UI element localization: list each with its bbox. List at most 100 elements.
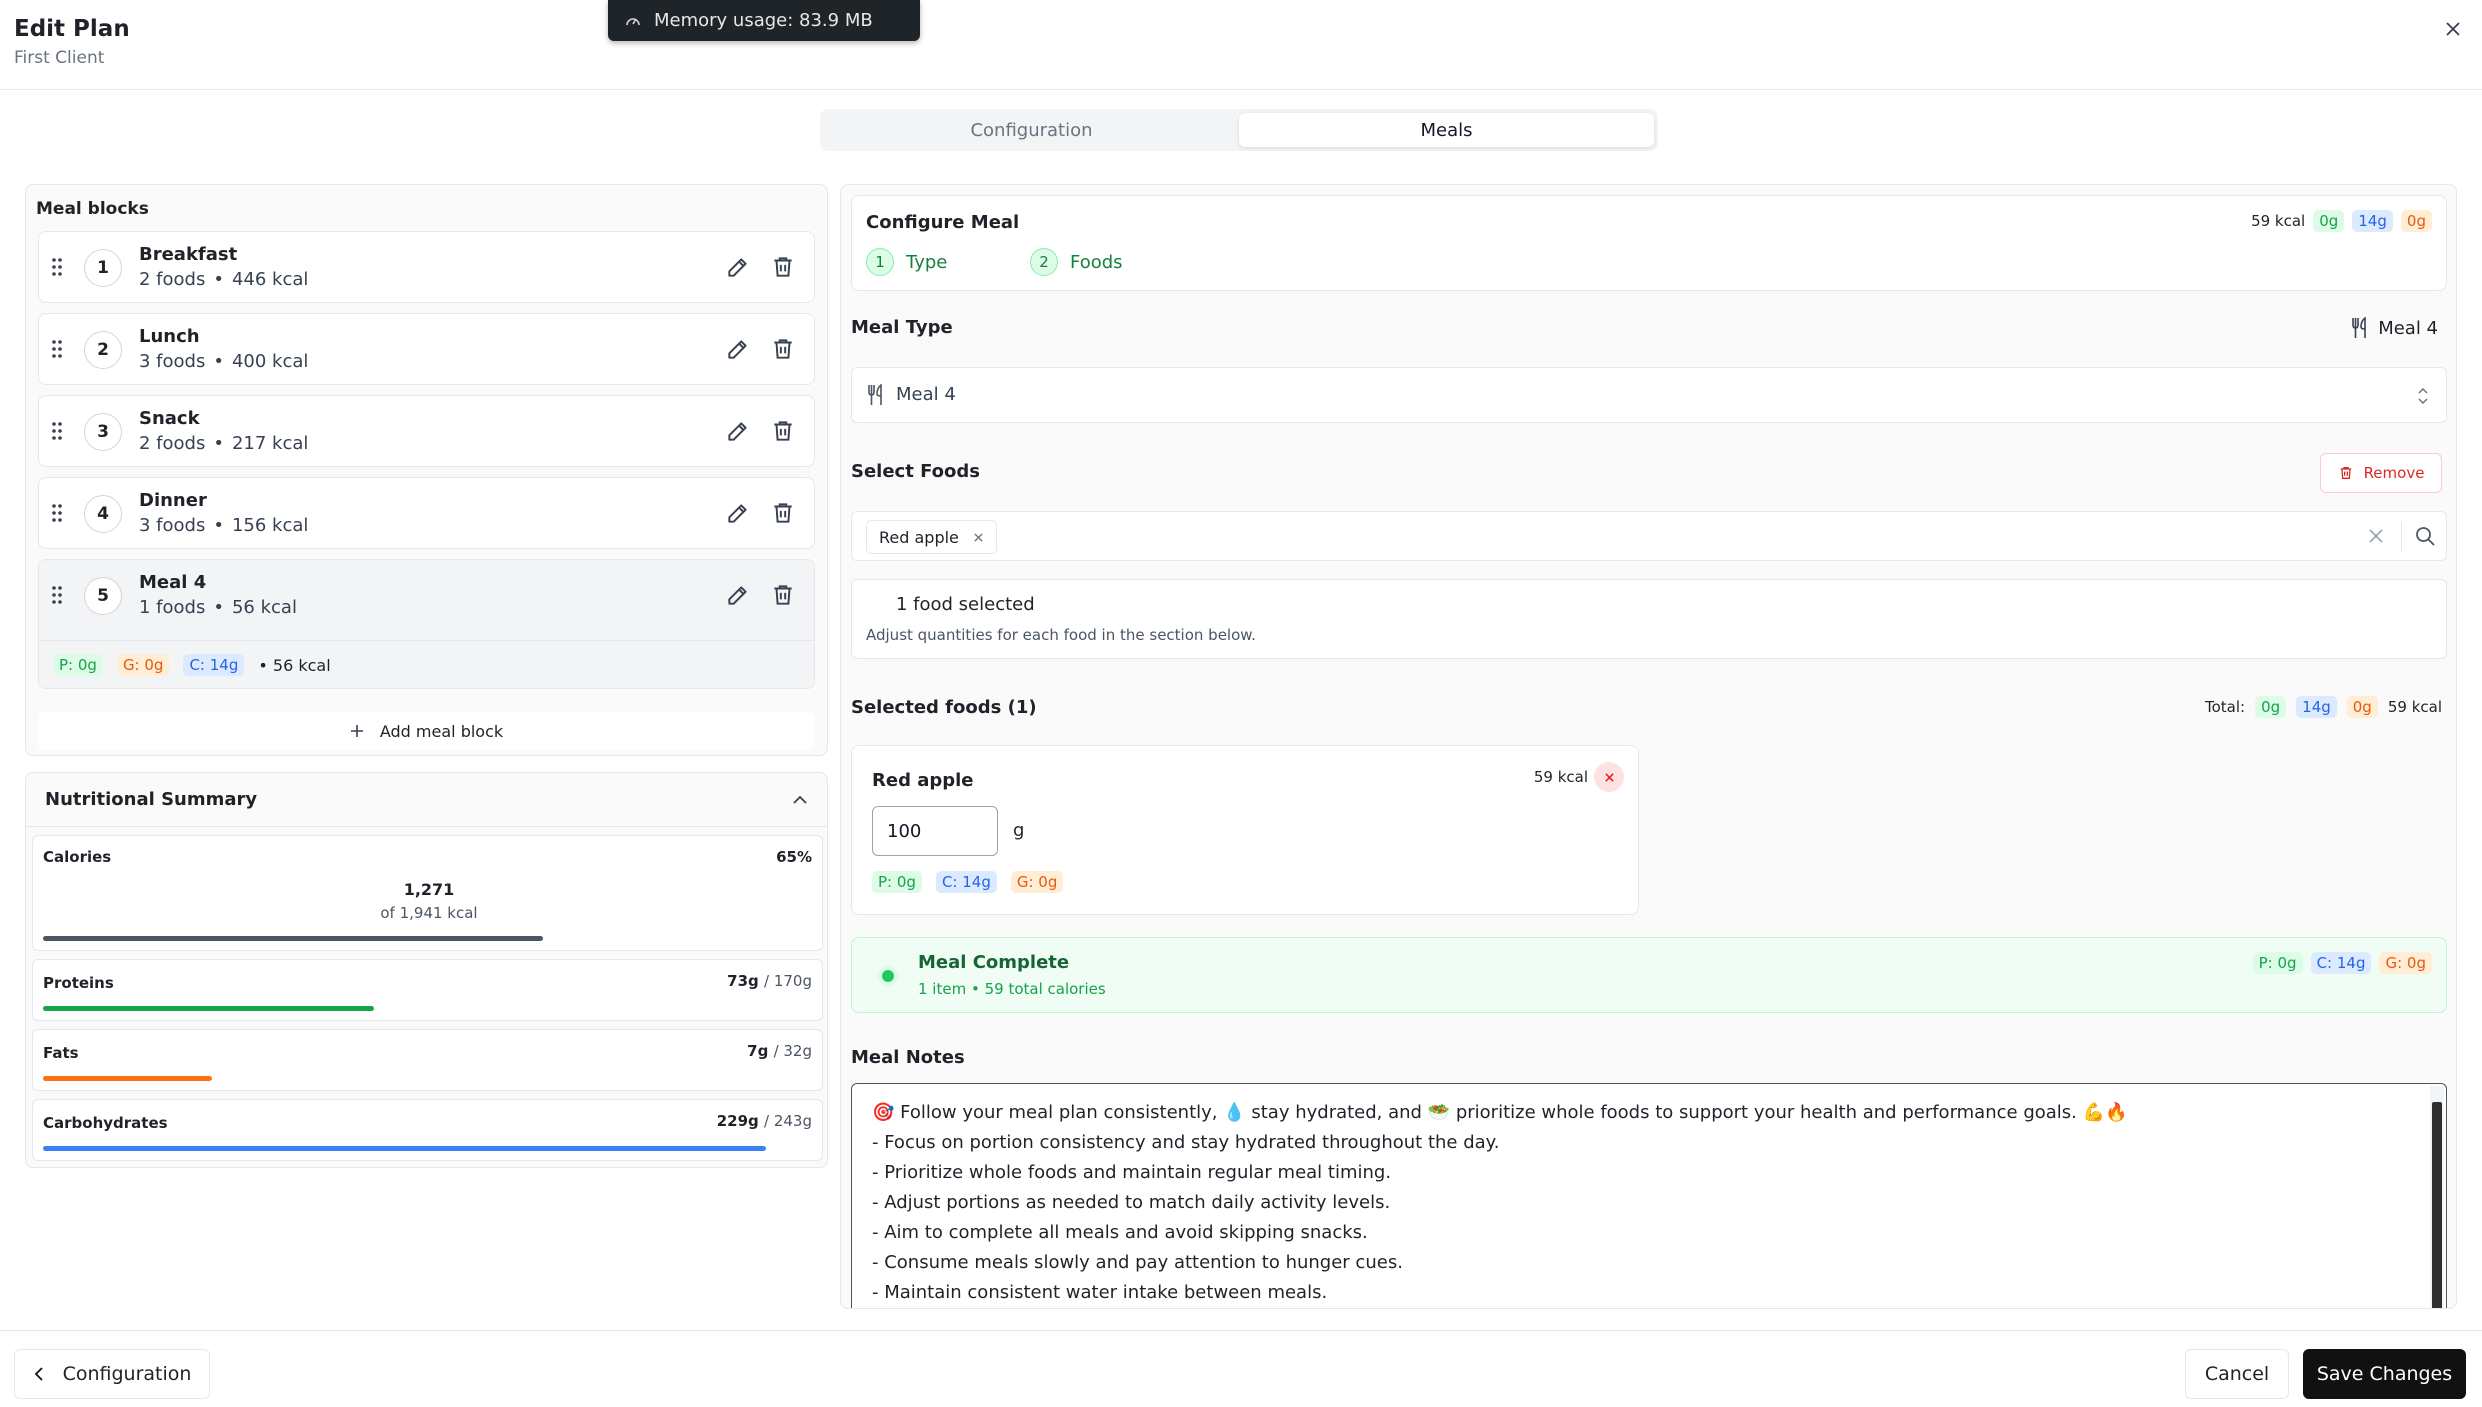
meal-type-select[interactable]: Meal 4 — [851, 367, 2447, 423]
close-icon — [2446, 22, 2460, 36]
meal-block-selected[interactable]: 5 Meal 4 1 foods • 56 kcal P: 0g G: 0g C: … — [38, 559, 815, 689]
carb-chip: C: 14g — [2310, 952, 2372, 974]
food-quantity-unit: g — [1013, 820, 1025, 841]
close-icon — [1604, 772, 1614, 782]
configure-meal-panel: Configure Meal 1 Type 2 Foods 59 kcal 0g… — [840, 184, 2457, 1309]
pencil-icon[interactable] — [725, 500, 751, 526]
back-configuration-button[interactable]: Configuration — [14, 1349, 210, 1399]
meal-block-number: 1 — [84, 249, 122, 287]
meal-complete-banner: Meal Complete 1 item • 59 total calories… — [851, 937, 2447, 1013]
protein-chip: 0g — [2313, 210, 2345, 232]
meal-block-name: Lunch — [139, 326, 200, 347]
cancel-button[interactable]: Cancel — [2185, 1349, 2289, 1399]
meal-blocks-title: Meal blocks — [36, 199, 149, 219]
save-changes-button[interactable]: Save Changes — [2303, 1349, 2466, 1399]
drag-handle-icon[interactable] — [49, 502, 65, 524]
meal-block-meta: 3 foods • 156 kcal — [139, 515, 309, 536]
meal-type-current-label: Meal 4 — [2378, 317, 2438, 339]
trash-icon — [2340, 467, 2351, 479]
nutritional-summary-header[interactable]: Nutritional Summary — [26, 773, 827, 827]
pencil-icon[interactable] — [725, 254, 751, 280]
meal-block-meta: 3 foods • 400 kcal — [139, 351, 309, 372]
food-selection-count: 1 food selected — [896, 594, 1035, 615]
meal-blocks-panel: Meal blocks 1 Breakfast 2 foods • 446 kcal… — [25, 184, 828, 756]
step-label: Type — [906, 251, 948, 273]
carbohydrates-label: Carbohydrates — [43, 1114, 168, 1132]
food-kcal: 59 kcal — [1533, 768, 1588, 786]
select-foods-title: Select Foods — [851, 461, 980, 482]
meal-block-foods: 1 foods — [139, 597, 206, 618]
total-kcal: 59 kcal — [2387, 698, 2442, 716]
meal-block[interactable]: 4 Dinner 3 foods • 156 kcal — [38, 477, 815, 549]
meal-block-name: Snack — [139, 408, 200, 429]
meal-block[interactable]: 1 Breakfast 2 foods • 446 kcal — [38, 231, 815, 303]
drag-handle-icon[interactable] — [49, 256, 65, 278]
calories-progress-bar — [43, 936, 543, 941]
pencil-icon[interactable] — [725, 418, 751, 444]
note-line: - Maintain consistent water intake betwe… — [872, 1282, 1328, 1303]
remove-button-label: Remove — [2363, 464, 2425, 482]
drag-handle-icon[interactable] — [49, 584, 65, 606]
meal-block-kcal: 446 kcal — [231, 269, 309, 290]
note-line: - Aim to complete all meals and avoid sk… — [872, 1222, 1368, 1243]
trash-icon[interactable] — [770, 500, 796, 526]
step-label: Foods — [1070, 251, 1123, 273]
remove-food-button[interactable] — [1594, 762, 1624, 792]
search-icon[interactable] — [2414, 525, 2436, 547]
chevron-up-icon[interactable] — [789, 789, 811, 811]
meal-block[interactable]: 3 Snack 2 foods • 217 kcal — [38, 395, 815, 467]
proteins-target: / 170g — [764, 972, 812, 990]
tab-meals[interactable]: Meals — [1239, 113, 1654, 147]
add-meal-block-button[interactable]: Add meal block — [38, 712, 815, 750]
pencil-icon[interactable] — [725, 582, 751, 608]
notes-scrollbar-thumb[interactable] — [2432, 1102, 2442, 1308]
trash-icon[interactable] — [770, 336, 796, 362]
proteins-amount: 73g / 170g — [727, 972, 812, 990]
meal-notes-textarea[interactable]: 🎯 Follow your meal plan consistently, 💧 … — [851, 1083, 2447, 1308]
trash-icon[interactable] — [770, 582, 796, 608]
step-number: 2 — [1030, 248, 1058, 276]
fats-target: / 32g — [773, 1042, 812, 1060]
carb-chip: 14g — [2296, 696, 2337, 718]
calories-label: Calories — [43, 848, 112, 866]
tab-configuration[interactable]: Configuration — [824, 113, 1239, 147]
carbohydrates-target: / 243g — [764, 1112, 812, 1130]
add-meal-block-label: Add meal block — [379, 721, 504, 741]
save-changes-label: Save Changes — [2316, 1363, 2453, 1385]
close-icon[interactable] — [973, 532, 984, 543]
meal-block-name: Breakfast — [139, 244, 238, 265]
pencil-icon[interactable] — [725, 336, 751, 362]
meal-block-meta: 1 foods • 56 kcal — [139, 597, 297, 618]
meal-notes-title: Meal Notes — [851, 1047, 965, 1068]
protein-chip: 0g — [2255, 696, 2287, 718]
meal-block-meta: 2 foods • 446 kcal — [139, 269, 309, 290]
note-line: - Adjust portions as needed to match dai… — [872, 1192, 1391, 1213]
drag-handle-icon[interactable] — [49, 420, 65, 442]
calories-target: of 1,941 kcal — [380, 904, 478, 922]
carbohydrates-value: 229g — [716, 1112, 759, 1130]
carb-chip: C: 14g — [935, 871, 997, 893]
edit-plan-dialog: Edit Plan First Client Memory usage: 83.… — [0, 0, 2482, 1407]
clear-icon[interactable] — [2366, 526, 2386, 546]
meal-block[interactable]: 2 Lunch 3 foods • 400 kcal — [38, 313, 815, 385]
calories-value: 1,271 — [403, 880, 455, 899]
selected-foods-title: Selected foods (1) — [851, 697, 1037, 718]
utensils-icon — [868, 384, 882, 405]
close-button[interactable] — [2438, 14, 2468, 44]
carb-chip: 14g — [2352, 210, 2393, 232]
drag-handle-icon[interactable] — [49, 338, 65, 360]
step-foods[interactable]: 2 Foods — [1030, 248, 1123, 276]
selected-food-tag: Red apple — [866, 520, 997, 554]
trash-icon[interactable] — [770, 254, 796, 280]
trash-icon[interactable] — [770, 418, 796, 444]
meal-block-name: Meal 4 — [139, 572, 207, 593]
meal-block-number: 3 — [84, 413, 122, 451]
remove-button[interactable]: Remove — [2320, 453, 2442, 493]
food-search-input[interactable]: Red apple — [851, 511, 2447, 561]
food-quantity-input[interactable] — [872, 806, 998, 856]
proteins-progress-bar — [43, 1006, 374, 1011]
utensils-icon — [2352, 317, 2366, 338]
memory-toast: Memory usage: 83.9 MB — [608, 0, 920, 41]
notes-scrollbar[interactable] — [2430, 1086, 2444, 1308]
step-type[interactable]: 1 Type — [866, 248, 947, 276]
